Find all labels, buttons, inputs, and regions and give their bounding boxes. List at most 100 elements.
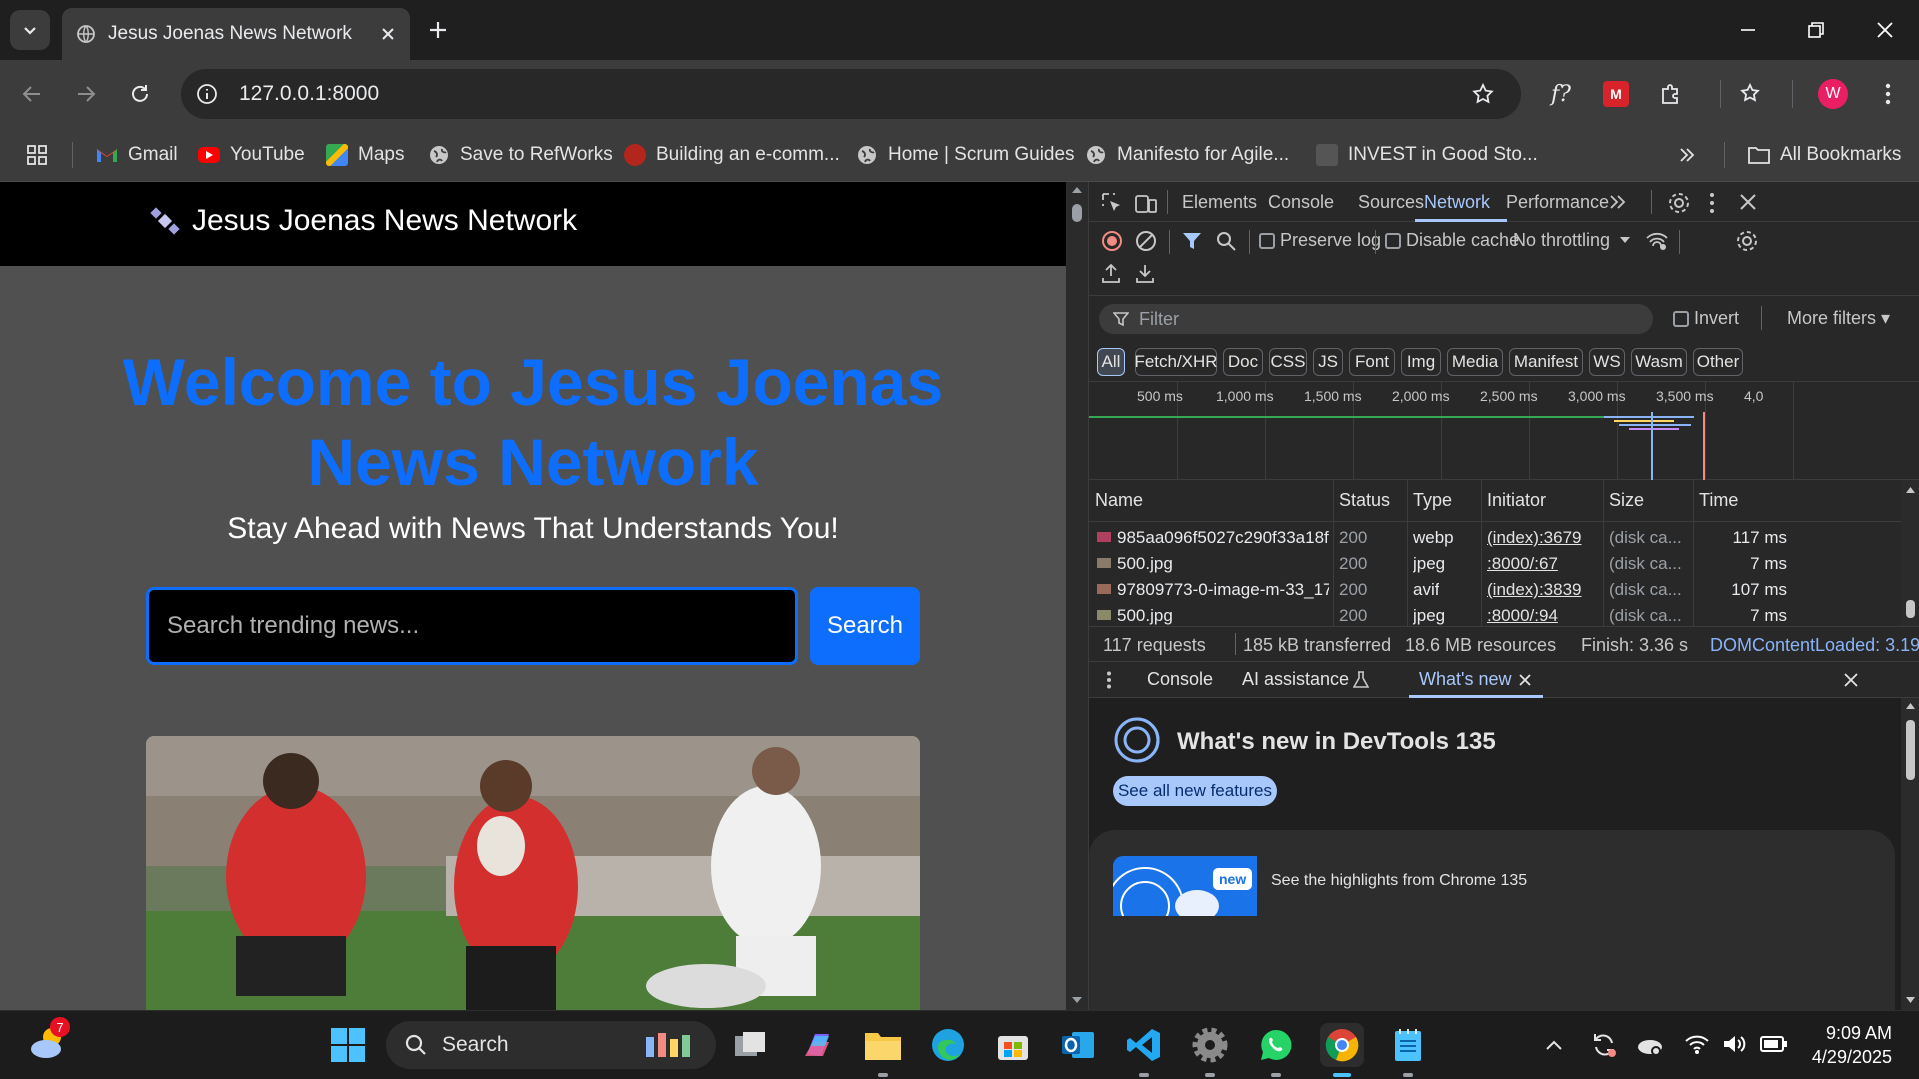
checkbox[interactable] [1673, 311, 1689, 328]
battery-icon[interactable] [1760, 1035, 1788, 1053]
column-name[interactable]: Name [1095, 490, 1143, 511]
close-icon[interactable] [1739, 193, 1757, 211]
preserve-log-checkbox[interactable]: Preserve log [1259, 230, 1381, 251]
type-filter-wasm[interactable]: Wasm [1631, 348, 1687, 376]
network-filter-input[interactable]: Filter [1099, 304, 1653, 334]
scroll-up-icon[interactable] [1071, 186, 1083, 194]
checkbox[interactable] [1259, 233, 1275, 250]
request-initiator[interactable]: :8000/:67 [1487, 554, 1558, 574]
tab-network[interactable]: Network [1424, 192, 1490, 213]
restore-button[interactable] [1782, 0, 1850, 60]
throttling-select[interactable]: No throttling [1513, 230, 1610, 251]
news-search-input[interactable] [146, 587, 798, 665]
type-filter-img[interactable]: Img [1401, 348, 1441, 376]
task-view-button[interactable] [728, 1023, 772, 1067]
request-initiator[interactable]: :8000/:94 [1487, 606, 1558, 626]
upload-icon[interactable] [1101, 262, 1121, 284]
extensions-button[interactable] [1651, 74, 1691, 114]
file-explorer-app[interactable] [861, 1023, 905, 1077]
type-filter-doc[interactable]: Doc [1223, 348, 1263, 376]
scroll-down-icon[interactable] [1905, 996, 1916, 1004]
network-overview-timeline[interactable]: 500 ms 1,000 ms 1,500 ms 2,000 ms 2,500 … [1089, 382, 1919, 480]
clear-icon[interactable] [1135, 230, 1157, 252]
bookmark-maps[interactable]: Maps [326, 140, 404, 170]
tab-performance[interactable]: Performance [1506, 192, 1609, 213]
more-tabs-icon[interactable] [1609, 194, 1627, 210]
record-icon[interactable] [1101, 230, 1123, 252]
drawer-tab-console[interactable]: Console [1147, 669, 1213, 690]
close-icon[interactable] [1519, 674, 1531, 686]
reload-button[interactable] [120, 74, 160, 114]
chrome-app[interactable] [1320, 1023, 1364, 1077]
new-tab-button[interactable] [424, 16, 452, 44]
minimize-button[interactable] [1714, 0, 1782, 60]
scroll-up-icon[interactable] [1905, 486, 1916, 494]
volume-icon[interactable] [1722, 1033, 1748, 1055]
drawer-tab-whats-new[interactable]: What's new [1419, 669, 1511, 690]
drawer-menu-icon[interactable] [1106, 671, 1112, 689]
site-info-icon[interactable] [195, 82, 219, 106]
weather-widget[interactable]: 7 [26, 1017, 70, 1065]
bookmark-scrum-guides[interactable]: Home | Scrum Guides [856, 140, 1075, 170]
address-bar[interactable]: 127.0.0.1:8000 [181, 69, 1521, 119]
vscode-app[interactable] [1122, 1023, 1166, 1077]
microsoft-store-app[interactable] [991, 1023, 1035, 1067]
disable-cache-checkbox[interactable]: Disable cache [1385, 230, 1519, 251]
more-bookmarks-button[interactable] [1678, 140, 1696, 170]
column-status[interactable]: Status [1339, 490, 1390, 511]
gear-icon[interactable] [1667, 191, 1691, 215]
system-clock[interactable]: 9:09 AM 4/29/2025 [1806, 1021, 1892, 1069]
drawer-tab-ai-assistance[interactable]: AI assistance [1242, 669, 1349, 690]
whatsapp-app[interactable] [1254, 1023, 1298, 1077]
profile-button[interactable]: W [1813, 74, 1853, 114]
network-conditions-icon[interactable] [1645, 230, 1669, 252]
column-type[interactable]: Type [1413, 490, 1452, 511]
outlook-app[interactable] [1056, 1023, 1100, 1067]
tab-search-button[interactable] [10, 10, 50, 50]
request-initiator[interactable]: (index):3839 [1487, 580, 1582, 600]
bookmark-agile-manifesto[interactable]: Manifesto for Agile... [1085, 140, 1289, 170]
type-filter-ws[interactable]: WS [1589, 348, 1625, 376]
onedrive-icon[interactable] [1636, 1031, 1664, 1059]
copilot-app[interactable] [796, 1023, 840, 1067]
edge-app[interactable] [926, 1023, 970, 1067]
tab-console[interactable]: Console [1268, 192, 1334, 213]
bookmark-gmail[interactable]: Gmail [96, 140, 178, 170]
scrollbar-thumb[interactable] [1072, 204, 1082, 222]
search-button[interactable]: Search [810, 587, 920, 665]
kebab-menu-icon[interactable] [1709, 192, 1715, 214]
tab-sources[interactable]: Sources [1358, 192, 1424, 213]
site-brand[interactable]: Jesus Joenas News Network [150, 204, 577, 238]
type-filter-js[interactable]: JS [1313, 348, 1343, 376]
wifi-icon[interactable] [1684, 1033, 1710, 1055]
download-icon[interactable] [1135, 262, 1155, 284]
scroll-down-icon[interactable] [1071, 996, 1083, 1004]
chrome-menu-button[interactable] [1868, 74, 1908, 114]
device-toolbar-icon[interactable] [1135, 192, 1157, 214]
drawer-scrollbar[interactable] [1901, 698, 1919, 1010]
back-button[interactable] [12, 74, 52, 114]
scrollbar-thumb[interactable] [1906, 720, 1915, 780]
type-filter-manifest[interactable]: Manifest [1509, 348, 1583, 376]
scrollbar-thumb[interactable] [1906, 600, 1915, 618]
star-icon[interactable] [1471, 82, 1495, 106]
all-bookmarks-button[interactable]: All Bookmarks [1748, 140, 1901, 170]
table-scrollbar[interactable] [1901, 480, 1919, 626]
column-time[interactable]: Time [1699, 490, 1738, 511]
forward-button[interactable] [66, 74, 106, 114]
formula-extension[interactable]: f? [1541, 74, 1581, 114]
type-filter-css[interactable]: CSS [1269, 348, 1307, 376]
close-icon[interactable] [380, 26, 396, 42]
bookmarks-button[interactable] [1731, 74, 1771, 114]
type-filter-fetch-xhr[interactable]: Fetch/XHR [1134, 348, 1218, 376]
search-icon[interactable] [1215, 230, 1237, 252]
invert-checkbox[interactable]: Invert [1673, 308, 1739, 329]
sync-icon[interactable] [1590, 1031, 1618, 1059]
chevron-up-icon[interactable] [1545, 1039, 1563, 1051]
see-all-features-button[interactable]: See all new features [1113, 776, 1277, 806]
type-filter-other[interactable]: Other [1693, 348, 1743, 376]
notepad-app[interactable] [1386, 1023, 1430, 1077]
mendeley-extension[interactable]: M [1596, 74, 1636, 114]
request-initiator[interactable]: (index):3679 [1487, 528, 1582, 548]
tab-elements[interactable]: Elements [1182, 192, 1257, 213]
